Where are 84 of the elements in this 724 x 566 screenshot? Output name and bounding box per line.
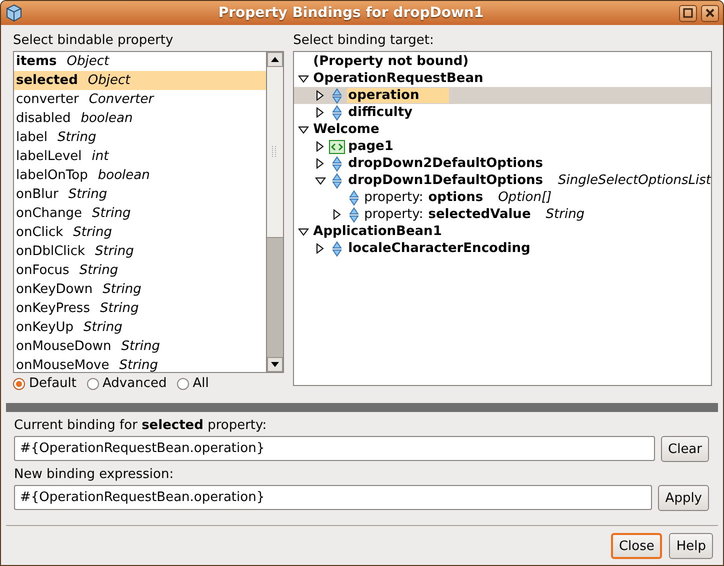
new-binding-label: New binding expression:: [14, 467, 175, 482]
tree-label: difficulty: [347, 105, 414, 120]
collapse-triangle-icon[interactable]: [298, 228, 309, 236]
property-item[interactable]: onKeyDown String: [14, 280, 266, 299]
diamond-arrow-icon: [332, 156, 342, 172]
expand-triangle-icon[interactable]: [316, 243, 324, 254]
tree-row[interactable]: operation: [294, 87, 711, 104]
current-binding-label: Current binding for selected property:: [14, 418, 268, 433]
tree-row[interactable]: dropDown2DefaultOptions: [294, 155, 711, 172]
property-item[interactable]: onKeyPress String: [14, 299, 266, 318]
expand-triangle-icon[interactable]: [316, 107, 324, 118]
cube-icon: [5, 4, 23, 22]
collapse-triangle-icon[interactable]: [298, 74, 309, 82]
close-button[interactable]: [701, 4, 719, 22]
window-title: Property Bindings for dropDown1: [217, 5, 485, 21]
tree-row[interactable]: (Property not bound): [294, 53, 711, 70]
tree-row[interactable]: page1: [294, 138, 711, 155]
property-item[interactable]: onMouseMove String: [14, 356, 266, 372]
diamond-arrow-icon: [332, 104, 342, 120]
tree-row[interactable]: dropDown1DefaultOptions SingleSelectOptionsList: [294, 172, 711, 189]
tree-label: localeCharacterEncoding: [347, 241, 532, 256]
tree-label: selectedValue: [427, 207, 532, 222]
property-item[interactable]: labelLevel int: [14, 147, 266, 166]
tree-row[interactable]: difficulty: [294, 104, 711, 121]
tree-label: page1: [347, 139, 394, 154]
expand-triangle-icon[interactable]: [316, 158, 324, 169]
tree-row[interactable]: Welcome: [294, 121, 711, 138]
property-item[interactable]: labelOnTop boolean: [14, 166, 266, 185]
tree-label-heading: Select binding target:: [293, 32, 435, 50]
property-item[interactable]: onChange String: [14, 204, 266, 223]
dialog-button[interactable]: Close: [610, 533, 662, 559]
tree-label: OperationRequestBean: [312, 71, 484, 86]
apply-button[interactable]: Apply: [658, 485, 709, 511]
property-item[interactable]: onFocus String: [14, 261, 266, 280]
tree-row[interactable]: property: selectedValue String: [294, 206, 711, 223]
list-label: Select bindable property: [13, 32, 174, 50]
scrollbar-thumb[interactable]: [267, 67, 284, 238]
diamond-arrow-icon: [332, 240, 342, 256]
property-item[interactable]: onMouseDown String: [14, 337, 266, 356]
maximize-button[interactable]: [679, 4, 697, 22]
collapse-triangle-icon[interactable]: [314, 176, 326, 184]
page-icon: [329, 140, 346, 154]
expand-triangle-icon[interactable]: [333, 209, 342, 220]
expand-triangle-icon[interactable]: [316, 90, 324, 101]
filter-radio[interactable]: Advanced: [86, 376, 167, 391]
expand-triangle-icon[interactable]: [316, 141, 324, 152]
property-item[interactable]: onDblClick String: [14, 242, 266, 261]
maximize-icon: [683, 8, 693, 18]
type-label: Option[]: [498, 190, 552, 205]
property-item[interactable]: converter Converter: [14, 90, 266, 109]
tree-label: options: [427, 190, 484, 205]
property-item[interactable]: disabled boolean: [14, 109, 266, 128]
tree-label-prefix: property:: [364, 190, 424, 205]
property-item[interactable]: onKeyUp String: [14, 318, 266, 337]
tree-label: Welcome: [312, 122, 380, 137]
collapse-triangle-icon[interactable]: [298, 126, 309, 134]
diamond-arrow-icon: [349, 206, 360, 222]
tree-label: (Property not bound): [312, 54, 470, 69]
property-item[interactable]: items Object: [14, 52, 266, 71]
tree-row[interactable]: ApplicationBean1: [294, 223, 711, 240]
property-item[interactable]: onBlur String: [14, 185, 266, 204]
dialog-button[interactable]: Help: [669, 533, 713, 559]
close-icon: [705, 8, 715, 18]
clear-button[interactable]: Clear: [661, 436, 709, 462]
diamond-arrow-icon: [332, 88, 342, 104]
type-label: String: [546, 207, 585, 222]
type-label: SingleSelectOptionsList: [558, 173, 711, 188]
property-item[interactable]: selected Object: [14, 71, 266, 90]
tree-label-prefix: property:: [364, 207, 424, 222]
property-item[interactable]: label String: [14, 128, 266, 147]
tree-label: ApplicationBean1: [312, 224, 443, 239]
diamond-arrow-icon: [349, 190, 360, 206]
property-item[interactable]: onClick String: [14, 223, 266, 242]
diamond-arrow-icon: [332, 172, 342, 188]
tree-label: dropDown1DefaultOptions: [347, 173, 544, 188]
new-binding-field[interactable]: #{OperationRequestBean.operation}: [14, 485, 652, 510]
tree-row[interactable]: property: options Option[]: [294, 189, 711, 206]
filter-radio[interactable]: All: [176, 376, 209, 391]
tree-row[interactable]: localeCharacterEncoding: [294, 240, 711, 257]
tree-label: operation: [347, 88, 450, 103]
tree-row[interactable]: OperationRequestBean: [294, 70, 711, 87]
current-binding-field[interactable]: #{OperationRequestBean.operation}: [14, 436, 655, 461]
tree-label: dropDown2DefaultOptions: [347, 156, 544, 171]
filter-radio[interactable]: Default: [13, 376, 76, 391]
